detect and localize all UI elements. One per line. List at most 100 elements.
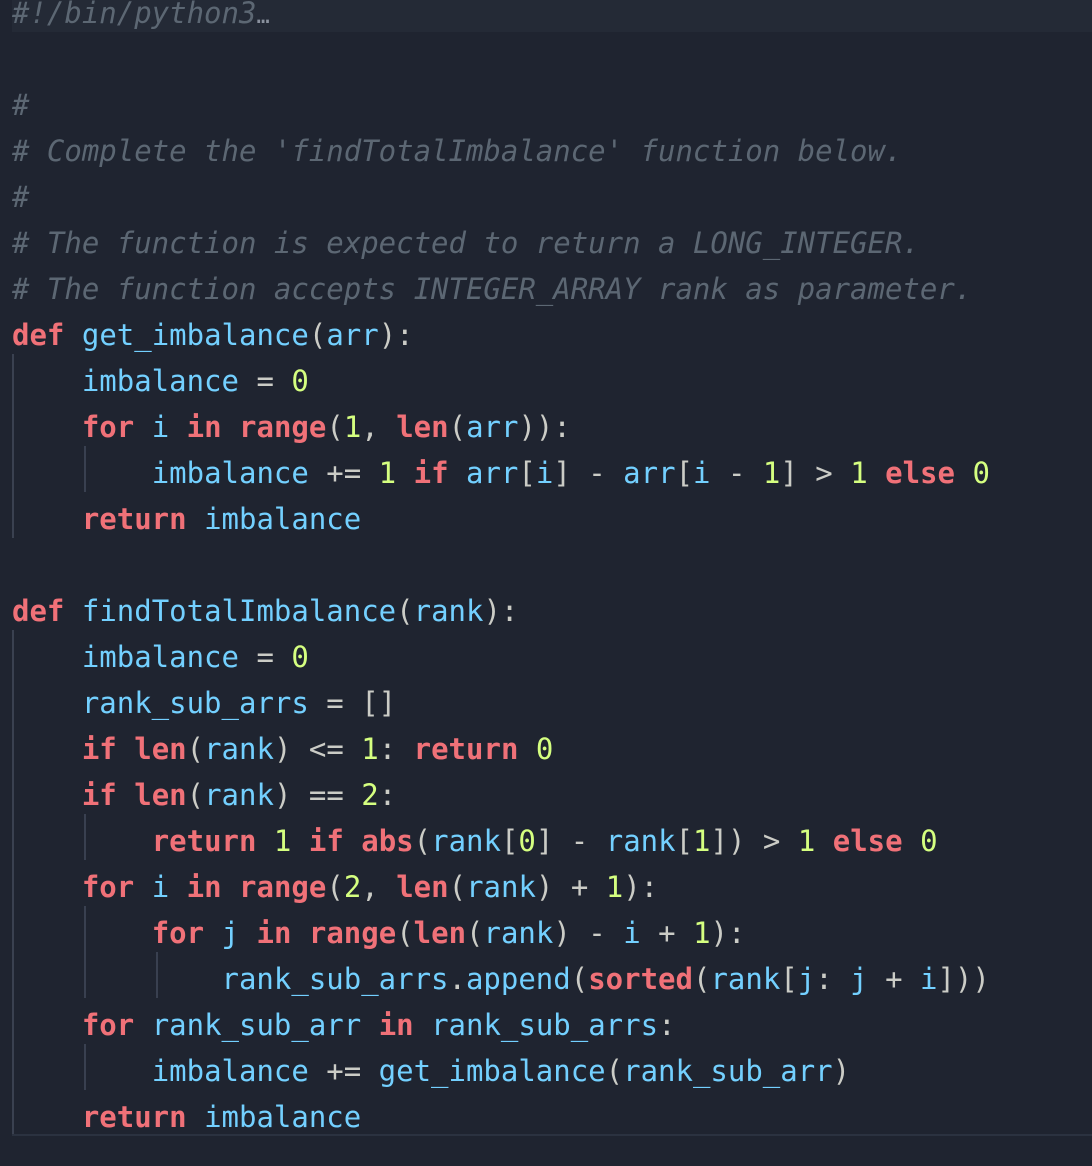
code-line[interactable]: imbalance += 1 if arr[i] - arr[i - 1] > … xyxy=(12,450,990,496)
code-editor[interactable]: #!/bin/python3… # # Complete the 'findTota… xyxy=(0,0,1092,1166)
code-line[interactable]: imbalance += get_imbalance(rank_sub_arr) xyxy=(12,1048,850,1094)
code-token: 0 xyxy=(972,456,990,490)
code-token: ): xyxy=(623,870,659,904)
code-token: if xyxy=(308,824,344,858)
code-token: i xyxy=(623,916,641,950)
code-token: i xyxy=(535,456,554,490)
code-token: ( xyxy=(396,916,414,950)
code-token: 1 xyxy=(273,824,292,858)
code-token: ( xyxy=(308,318,327,352)
code-token: = [] xyxy=(308,686,397,720)
code-token: len xyxy=(134,778,187,812)
code-token: rank_sub_arrs xyxy=(221,962,449,996)
code-token: = xyxy=(238,640,292,674)
code-token: 0 xyxy=(535,732,554,766)
code-token: imbalance xyxy=(81,640,239,674)
code-token: + xyxy=(867,962,920,996)
code-line[interactable]: #!/bin/python3… xyxy=(12,0,270,36)
code-line[interactable]: # xyxy=(12,82,29,128)
code-token: ): xyxy=(378,318,414,352)
code-token: len xyxy=(134,732,187,766)
code-token: 2 xyxy=(361,778,379,812)
code-token: + xyxy=(640,916,694,950)
code-line[interactable]: return imbalance xyxy=(12,1094,361,1140)
code-token: ) == xyxy=(273,778,362,812)
code-line[interactable]: return imbalance xyxy=(12,496,361,542)
code-token: for xyxy=(81,410,135,444)
code-line[interactable]: for i in range(2, len(rank) + 1): xyxy=(12,864,658,910)
code-token: for xyxy=(151,916,205,950)
code-token: += xyxy=(308,1054,379,1088)
code-token: return xyxy=(81,502,187,536)
code-line[interactable]: for j in range(len(rank) - i + 1): xyxy=(12,910,746,956)
code-line[interactable]: rank_sub_arrs.append(sorted(rank[j: j + … xyxy=(12,956,990,1002)
code-line[interactable]: if len(rank) <= 1: return 0 xyxy=(12,726,554,772)
code-token: if xyxy=(81,732,117,766)
code-token: for xyxy=(81,1008,135,1042)
code-line[interactable]: rank_sub_arrs = [] xyxy=(12,680,396,726)
code-token: ) - xyxy=(553,916,624,950)
code-token: for xyxy=(81,870,135,904)
code-line[interactable]: if len(rank) == 2: xyxy=(12,772,396,818)
code-token: # xyxy=(12,180,30,214)
code-token: # Complete the 'findTotalImbalance' func… xyxy=(12,134,903,168)
code-token: ( xyxy=(448,870,467,904)
code-line[interactable]: return 1 if abs(rank[0] - rank[1]) > 1 e… xyxy=(12,818,938,864)
code-token: imbalance xyxy=(151,1054,309,1088)
code-token: [ xyxy=(500,824,519,858)
code-token: 0 xyxy=(518,824,536,858)
code-token: ]) > xyxy=(710,824,798,858)
code-line[interactable]: # The function accepts INTEGER_ARRAY ran… xyxy=(12,266,972,312)
code-line[interactable]: # The function is expected to return a L… xyxy=(12,220,920,266)
code-token: findTotalImbalance xyxy=(81,594,397,628)
code-token: def xyxy=(12,318,65,352)
code-line[interactable]: imbalance = 0 xyxy=(12,358,309,404)
code-token: in xyxy=(256,916,292,950)
code-line[interactable]: imbalance = 0 xyxy=(12,634,309,680)
code-token: ( xyxy=(605,1054,624,1088)
code-token: abs xyxy=(361,824,414,858)
code-token: 1 xyxy=(762,456,781,490)
code-token: imbalance xyxy=(151,456,309,490)
code-token: rank xyxy=(605,824,676,858)
code-token: 2 xyxy=(343,870,362,904)
code-token: )): xyxy=(518,410,571,444)
code-token: 1 xyxy=(850,456,868,490)
code-line[interactable]: def findTotalImbalance(rank): xyxy=(12,588,518,634)
fold-ellipsis-icon[interactable]: … xyxy=(256,4,269,29)
code-token: ] - xyxy=(535,824,606,858)
code-line[interactable]: def get_imbalance(arr): xyxy=(12,312,414,358)
code-line[interactable]: # xyxy=(12,174,29,220)
code-token: ): xyxy=(483,594,519,628)
code-token: i xyxy=(693,456,711,490)
code-line[interactable]: for i in range(1, len(arr)): xyxy=(12,404,571,450)
code-token: rank_sub_arrs xyxy=(81,686,309,720)
code-token: , xyxy=(361,410,397,444)
code-line[interactable]: for rank_sub_arr in rank_sub_arrs: xyxy=(12,1002,676,1048)
code-token: 0 xyxy=(291,364,309,398)
code-token: get_imbalance xyxy=(378,1054,606,1088)
code-line[interactable]: # Complete the 'findTotalImbalance' func… xyxy=(12,128,902,174)
